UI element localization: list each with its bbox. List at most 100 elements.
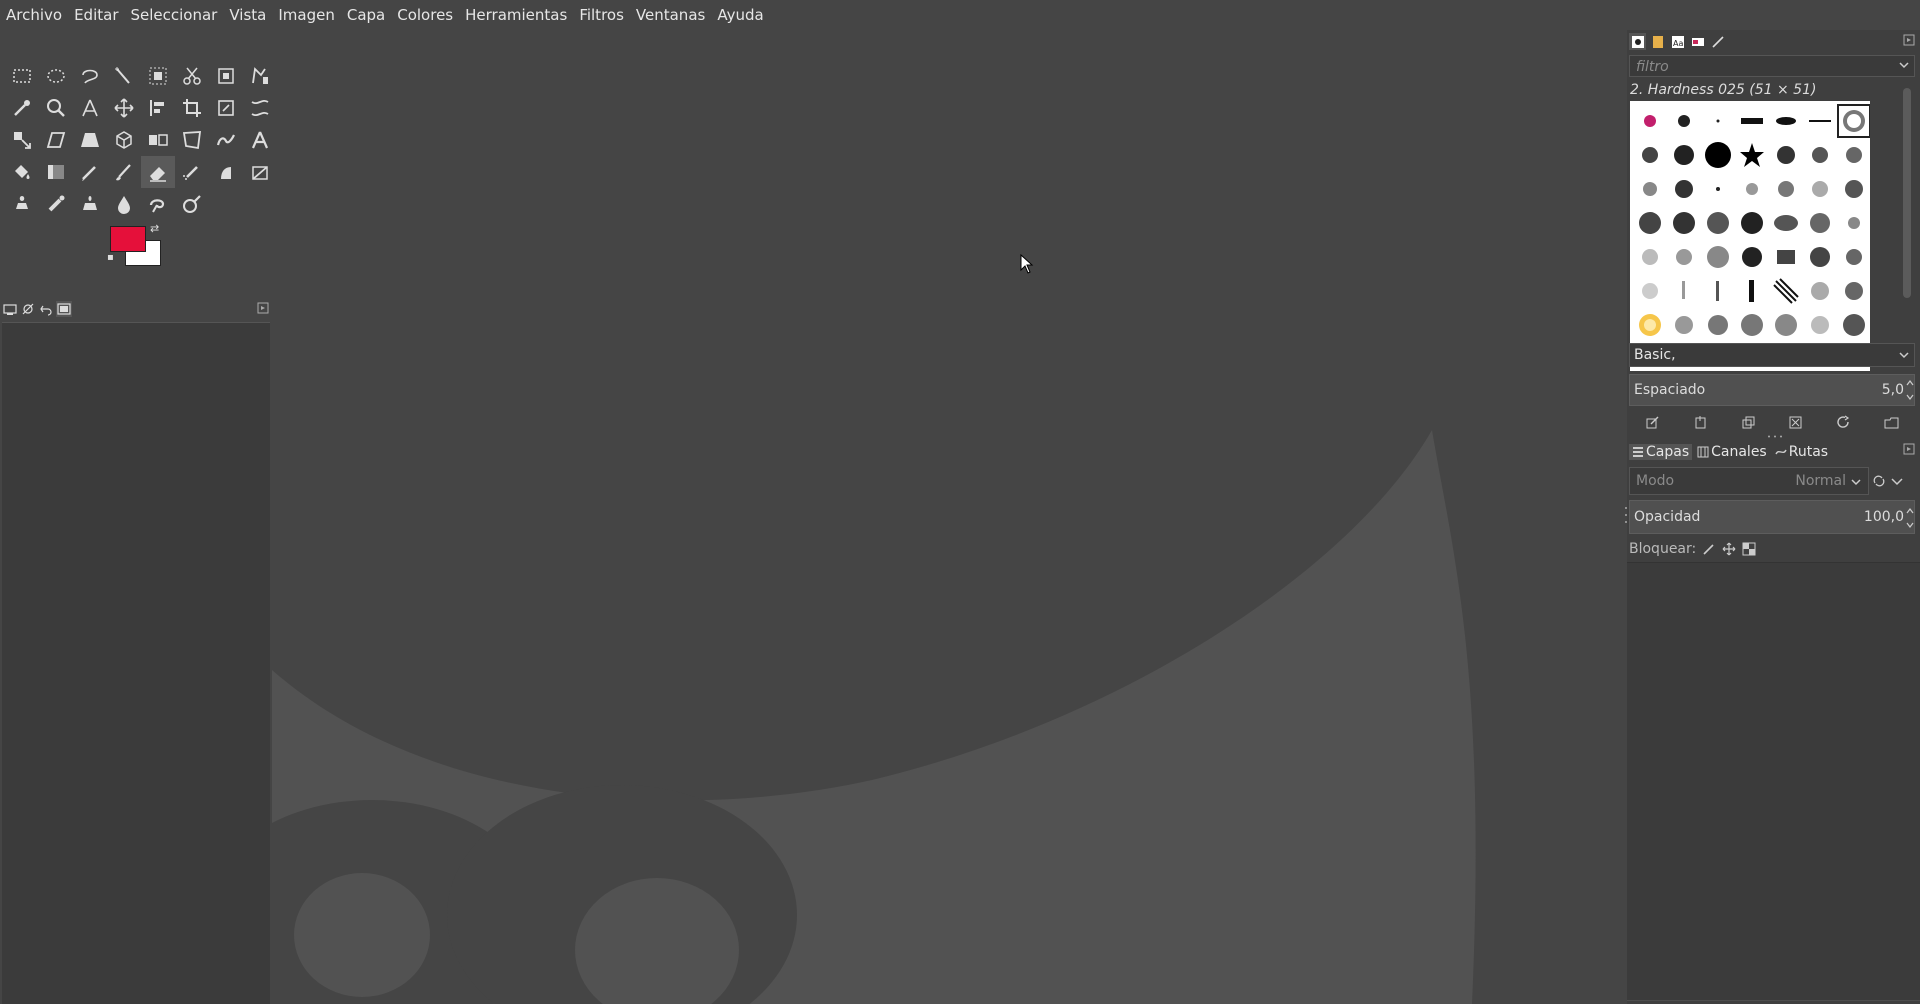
chevron-down-icon[interactable] [1898,59,1910,71]
brush-thumbnail[interactable] [1803,172,1837,206]
brush-thumbnail[interactable] [1769,138,1803,172]
edit-brush-icon[interactable] [1645,415,1660,430]
brush-thumbnail[interactable] [1837,138,1870,172]
menu-herramientas[interactable]: Herramientas [459,0,573,30]
brush-thumbnail[interactable] [1633,308,1667,342]
brush-thumbnail[interactable] [1667,206,1701,240]
brush-thumbnail[interactable] [1633,104,1667,138]
tool-dodge-burn[interactable] [175,188,209,220]
chevron-down-icon[interactable] [1898,349,1910,361]
brush-filter-field[interactable] [1629,55,1915,77]
duplicate-brush-icon[interactable] [1741,415,1756,430]
menu-editar[interactable]: Editar [68,0,124,30]
menu-filtros[interactable]: Filtros [573,0,630,30]
brush-thumbnail[interactable] [1803,240,1837,274]
brush-thumbnail[interactable] [1633,274,1667,308]
tool-by-color-select[interactable] [209,60,243,92]
menu-archivo[interactable]: Archivo [0,0,68,30]
brush-thumbnail[interactable] [1803,104,1837,138]
brush-thumbnail[interactable] [1701,172,1735,206]
tool-smudge[interactable] [141,188,175,220]
tool-free-select[interactable] [73,60,107,92]
tool-measure[interactable] [73,92,107,124]
tool-warp[interactable] [209,124,243,156]
menu-colores[interactable]: Colores [391,0,459,30]
brush-thumbnail[interactable] [1735,138,1769,172]
foreground-color[interactable] [110,226,146,252]
tool-clone[interactable] [5,188,39,220]
brush-thumbnail[interactable] [1735,172,1769,206]
tool-ellipse-select[interactable] [39,60,73,92]
brush-thumbnail[interactable] [1633,138,1667,172]
undo-history-tab-icon[interactable] [38,301,54,317]
tool-move[interactable] [107,92,141,124]
brush-thumbnail[interactable] [1803,274,1837,308]
canvas-area[interactable] [272,30,1627,1004]
fonts-tab-icon[interactable]: Aa [1669,33,1686,50]
chevron-down-icon[interactable] [1890,474,1904,488]
new-brush-icon[interactable] [1693,415,1708,430]
brush-thumbnail[interactable] [1701,308,1735,342]
tool-airbrush[interactable] [175,156,209,188]
brush-thumbnail[interactable] [1701,138,1735,172]
swap-colors-icon[interactable]: ⇄ [150,222,159,235]
brush-thumbnail[interactable] [1769,206,1803,240]
tool-align[interactable] [141,92,175,124]
paint-dynamics-tab-icon[interactable] [1709,33,1726,50]
brush-thumbnail[interactable] [1633,206,1667,240]
images-tab-icon[interactable] [56,301,72,317]
brush-thumbnail[interactable] [1667,172,1701,206]
tool-3d-transform[interactable] [107,124,141,156]
tool-bucket-fill[interactable] [5,156,39,188]
refresh-brushes-icon[interactable] [1836,415,1851,430]
brush-thumbnail[interactable] [1701,274,1735,308]
lock-position-icon[interactable] [1722,542,1736,556]
palettes-tab-icon[interactable] [1689,33,1706,50]
tool-zoom[interactable] [39,92,73,124]
tab-capas[interactable]: Capas [1629,444,1693,460]
switch-mode-icon[interactable] [1872,474,1886,488]
dock-separator-icon[interactable] [1767,435,1783,438]
menu-vista[interactable]: Vista [223,0,272,30]
brush-grid-scrollbar[interactable] [1903,88,1911,298]
layers-list[interactable] [1627,562,1920,1001]
configure-tab-icon[interactable] [257,302,269,314]
brush-thumbnail[interactable] [1633,172,1667,206]
menu-ventanas[interactable]: Ventanas [630,0,711,30]
brush-thumbnail[interactable] [1735,206,1769,240]
brush-thumbnail[interactable] [1667,240,1701,274]
brush-thumbnail[interactable] [1667,138,1701,172]
tool-shear[interactable] [39,124,73,156]
brush-thumbnail[interactable] [1837,308,1870,342]
brushes-tab-icon[interactable] [1629,33,1646,50]
brush-thumbnail[interactable] [1667,308,1701,342]
patterns-tab-icon[interactable] [1649,33,1666,50]
lock-pixels-icon[interactable] [1702,542,1716,556]
layer-mode-select[interactable]: Modo Normal [1629,467,1869,495]
brush-thumbnail[interactable] [1837,104,1870,138]
brush-spacing-slider[interactable]: Espaciado 5,0 [1629,374,1915,406]
tab-rutas[interactable]: Rutas [1772,444,1831,460]
layer-opacity-slider[interactable]: Opacidad 100,0 [1629,500,1915,534]
brush-thumbnail[interactable] [1769,104,1803,138]
brush-thumbnail[interactable] [1667,104,1701,138]
tool-perspective-clone[interactable] [73,188,107,220]
brush-thumbnail[interactable] [1803,138,1837,172]
brush-thumbnail[interactable] [1633,240,1667,274]
tool-scissors-select[interactable] [175,60,209,92]
tool-scale[interactable] [5,124,39,156]
device-status-tab-icon[interactable] [20,301,36,317]
brush-thumbnail[interactable] [1837,206,1870,240]
tool-blur[interactable] [107,188,141,220]
tool-paintbrush[interactable] [107,156,141,188]
brush-thumbnail[interactable] [1735,104,1769,138]
tool-options-tab-icon[interactable] [2,301,18,317]
brush-thumbnail[interactable] [1701,104,1735,138]
tool-gradient[interactable] [39,156,73,188]
menu-ayuda[interactable]: Ayuda [711,0,769,30]
brush-thumbnail[interactable] [1769,274,1803,308]
menu-seleccionar[interactable]: Seleccionar [125,0,224,30]
chevron-down-icon[interactable] [1850,476,1862,488]
tool-cage-transform[interactable] [175,124,209,156]
brush-thumbnail[interactable] [1769,240,1803,274]
